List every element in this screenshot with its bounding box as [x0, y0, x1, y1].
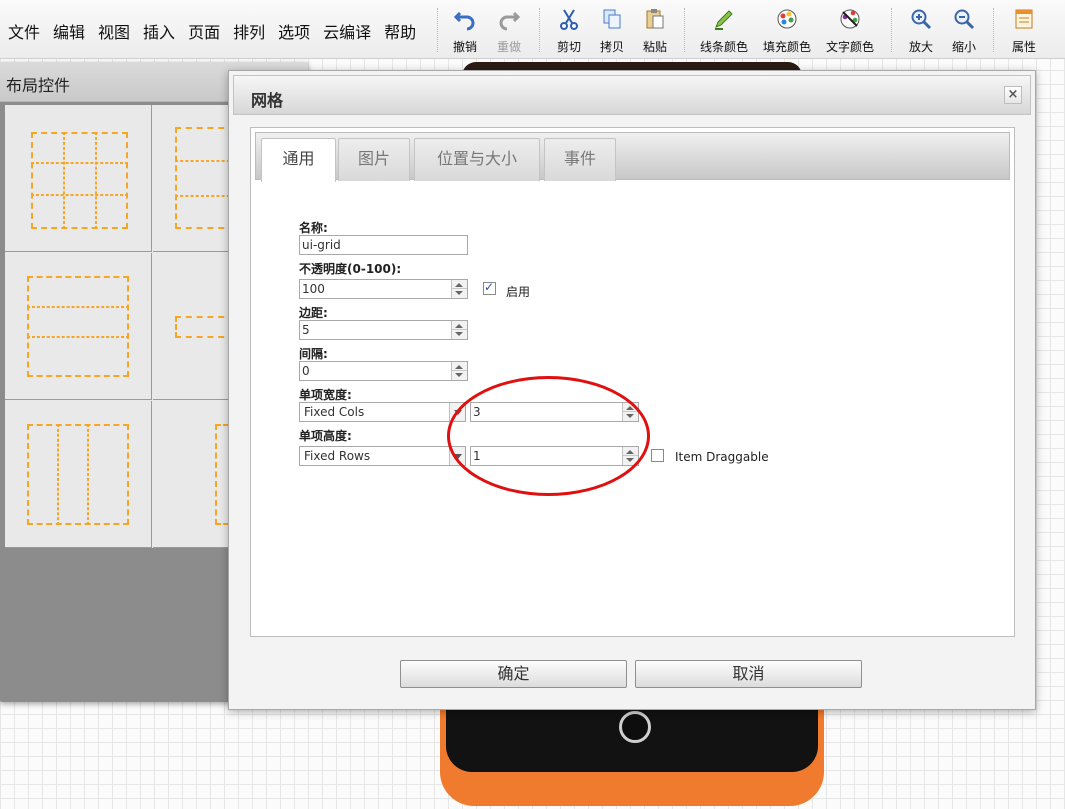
- toolbar-divider: [993, 8, 994, 52]
- layout-grid-control[interactable]: [5, 105, 152, 252]
- properties-button[interactable]: 属性: [1011, 6, 1037, 56]
- zoom-out-button[interactable]: 缩小: [951, 6, 977, 56]
- toolbar-divider: [684, 8, 685, 52]
- dialog-content: 通用 图片 位置与大小 事件 名称: ui-grid 不透明度(0-100): …: [250, 127, 1015, 637]
- text-color-button[interactable]: 文字颜色: [826, 6, 874, 56]
- item-height-mode-value: Fixed Rows: [304, 449, 371, 463]
- item-width-mode-value: Fixed Cols: [304, 405, 365, 419]
- copy-icon: [599, 6, 625, 32]
- layout-panel-title: 布局控件: [6, 76, 71, 95]
- spinner-arrows-icon[interactable]: [451, 280, 467, 298]
- zoom-out-icon: [951, 6, 977, 32]
- item-height-mode-select[interactable]: Fixed Rows: [299, 446, 466, 466]
- grid-line: [27, 306, 129, 308]
- redo-button[interactable]: 重做: [496, 6, 522, 56]
- cols-layout-icon: [27, 424, 129, 525]
- opacity-stepper[interactable]: 100: [299, 279, 468, 299]
- dialog-titlebar[interactable]: 网格 ×: [233, 75, 1031, 115]
- layout-cols-control[interactable]: [5, 401, 152, 548]
- grid-line: [31, 194, 128, 196]
- menu-bar: 文件 编辑 视图 插入 页面 排列 选项 云编译 帮助: [8, 19, 429, 43]
- grid-properties-dialog: 网格 × 通用 图片 位置与大小 事件 名称: ui-grid 不透明度(0-1…: [228, 70, 1036, 710]
- text-color-icon: [837, 6, 863, 32]
- item-draggable-label: Item Draggable: [675, 450, 769, 464]
- row-layout-icon: [175, 316, 235, 338]
- spacing-label: 间隔:: [299, 347, 328, 361]
- undo-icon: [452, 6, 478, 32]
- margin-value: 5: [302, 323, 310, 337]
- item-draggable-checkbox[interactable]: [651, 449, 664, 462]
- phone-home-button: [619, 711, 651, 743]
- paste-button[interactable]: 粘贴: [642, 6, 668, 56]
- grid-layout-icon: [175, 127, 235, 229]
- scissors-icon: [556, 6, 582, 32]
- toolbar-divider: [539, 8, 540, 52]
- cancel-button[interactable]: 取消: [635, 660, 862, 688]
- ok-button[interactable]: 确定: [400, 660, 627, 688]
- opacity-value: 100: [302, 282, 325, 296]
- tab-image[interactable]: 图片: [338, 138, 410, 181]
- grid-layout-icon: [31, 132, 128, 229]
- properties-icon: [1011, 6, 1037, 32]
- name-field[interactable]: ui-grid: [299, 235, 468, 255]
- menu-page[interactable]: 页面: [188, 19, 220, 43]
- spinner-arrows-icon[interactable]: [451, 321, 467, 339]
- grid-line: [27, 336, 129, 338]
- zoom-in-button[interactable]: 放大: [908, 6, 934, 56]
- tab-strip: 通用 图片 位置与大小 事件: [255, 132, 1010, 182]
- grid-line: [63, 132, 65, 229]
- item-height-label: 单项高度:: [299, 429, 352, 443]
- margin-label: 边距:: [299, 306, 328, 320]
- menu-arrange[interactable]: 排列: [233, 19, 265, 43]
- menu-edit[interactable]: 编辑: [53, 19, 85, 43]
- grid-line: [31, 162, 128, 164]
- tab-events[interactable]: 事件: [544, 138, 616, 181]
- dialog-title: 网格: [251, 91, 284, 110]
- enable-label: 启用: [506, 285, 531, 299]
- menu-cloud-compile[interactable]: 云编译: [323, 19, 371, 43]
- toolbar-divider: [891, 8, 892, 52]
- menu-view[interactable]: 视图: [98, 19, 130, 43]
- copy-button[interactable]: 拷贝: [599, 6, 625, 56]
- menu-insert[interactable]: 插入: [143, 19, 175, 43]
- spacing-value: 0: [302, 364, 310, 378]
- rows-layout-icon: [27, 276, 129, 377]
- enable-checkbox[interactable]: [483, 280, 496, 295]
- margin-stepper[interactable]: 5: [299, 320, 468, 340]
- tab-general[interactable]: 通用: [261, 138, 336, 182]
- paint-bucket-icon: [774, 6, 800, 32]
- red-annotation-circle: [447, 376, 650, 496]
- menu-options[interactable]: 选项: [278, 19, 310, 43]
- cut-button[interactable]: 剪切: [556, 6, 582, 56]
- tab-position-size[interactable]: 位置与大小: [414, 138, 540, 181]
- grid-line: [57, 424, 59, 525]
- menu-help[interactable]: 帮助: [384, 19, 416, 43]
- redo-icon: [496, 6, 522, 32]
- menu-file[interactable]: 文件: [8, 19, 40, 43]
- grid-line: [95, 132, 97, 229]
- item-width-label: 单项宽度:: [299, 388, 352, 402]
- pencil-icon: [711, 6, 737, 32]
- zoom-in-icon: [908, 6, 934, 32]
- top-toolbar: 文件 编辑 视图 插入 页面 排列 选项 云编译 帮助 撤销 重做 剪切 拷贝: [0, 0, 1065, 59]
- spinner-arrows-icon[interactable]: [451, 362, 467, 380]
- grid-line: [175, 160, 235, 162]
- grid-line: [175, 195, 235, 197]
- line-color-button[interactable]: 线条颜色: [700, 6, 748, 56]
- grid-line: [87, 424, 89, 525]
- layout-rows-control[interactable]: [5, 253, 152, 400]
- spacing-stepper[interactable]: 0: [299, 361, 468, 381]
- fill-color-button[interactable]: 填充颜色: [763, 6, 811, 56]
- item-width-mode-select[interactable]: Fixed Cols: [299, 402, 466, 422]
- opacity-label: 不透明度(0-100):: [299, 262, 402, 276]
- undo-button[interactable]: 撤销: [452, 6, 478, 56]
- name-label: 名称:: [299, 221, 328, 235]
- paste-icon: [642, 6, 668, 32]
- close-button[interactable]: ×: [1004, 86, 1022, 104]
- toolbar-divider: [437, 8, 438, 52]
